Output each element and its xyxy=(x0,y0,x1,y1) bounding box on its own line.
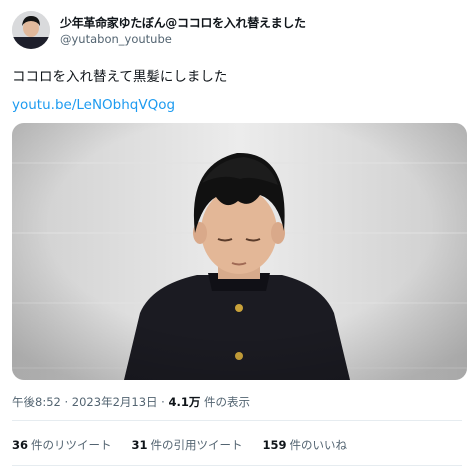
retweets-label: 件のリツイート xyxy=(31,438,112,452)
display-name[interactable]: 少年革命家ゆたぼん@ココロを入れ替えました xyxy=(60,14,306,31)
likes-label: 件のいいね xyxy=(289,438,348,452)
tweet-media-photo[interactable] xyxy=(12,123,467,380)
tweet-meta: 午後8:52 · 2023年2月13日 · 4.1万 件の表示 xyxy=(12,394,250,410)
avatar[interactable] xyxy=(12,11,50,49)
quotes-stat[interactable]: 31 件の引用ツイート xyxy=(132,437,243,453)
avatar-photo xyxy=(12,11,50,49)
retweets-count: 36 xyxy=(12,438,29,452)
retweets-stat[interactable]: 36 件のリツイート xyxy=(12,437,112,453)
tweet-text: ココロを入れ替えて黒髪にしました xyxy=(12,69,228,85)
divider xyxy=(12,420,462,421)
tweet-time[interactable]: 午後8:52 xyxy=(12,395,61,409)
engagement-stats: 36 件のリツイート 31 件の引用ツイート 159 件のいいね xyxy=(12,437,347,453)
user-handle[interactable]: @yutabon_youtube xyxy=(60,32,172,46)
likes-count: 159 xyxy=(262,438,287,452)
meta-separator: · xyxy=(60,395,72,409)
view-count-label: 件の表示 xyxy=(200,395,251,409)
tweet-date[interactable]: 2023年2月13日 xyxy=(72,395,158,409)
meta-separator: · xyxy=(157,395,169,409)
divider xyxy=(12,465,462,466)
quotes-count: 31 xyxy=(131,438,148,452)
quotes-label: 件の引用ツイート xyxy=(150,438,243,452)
view-count: 4.1万 xyxy=(168,395,201,409)
tweet-link[interactable]: youtu.be/LeNObhqVQog xyxy=(12,97,175,113)
likes-stat[interactable]: 159 件のいいね xyxy=(263,437,348,453)
